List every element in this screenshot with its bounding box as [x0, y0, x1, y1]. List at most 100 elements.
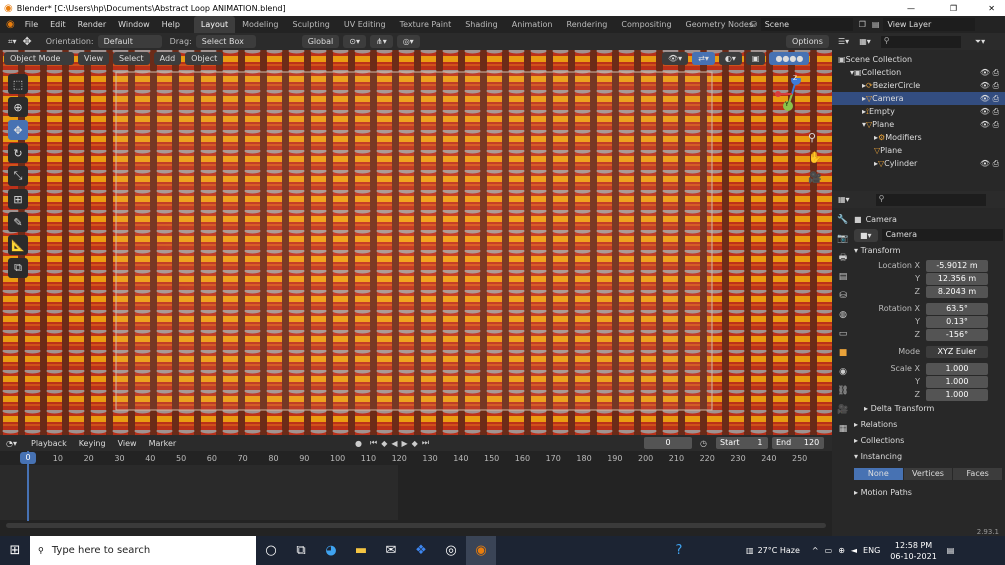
cortana-icon[interactable]: ○	[256, 536, 286, 565]
motion-paths-panel[interactable]: ▸ Motion Paths	[854, 485, 1003, 501]
scale-x-field[interactable]: 1.000	[926, 362, 988, 375]
workspace-tab-shading[interactable]: Shading	[458, 16, 505, 33]
select-box-icon[interactable]: ⬚	[8, 74, 28, 94]
workspace-tab-modeling[interactable]: Modeling	[235, 16, 285, 33]
3d-viewport[interactable]: Object Mode View Select Add Object 👁▾ ⇄▾ ◐▾…	[0, 50, 832, 435]
workspace-tab-rendering[interactable]: Rendering	[560, 16, 615, 33]
delta-transform-panel[interactable]: ▸ Delta Transform	[854, 401, 1003, 417]
proportional-edit-icon[interactable]: ◎▾	[396, 35, 420, 48]
current-frame-field[interactable]: 0	[644, 437, 692, 449]
outliner-search-input[interactable]: ⚲	[880, 35, 961, 48]
next-keyframe-icon[interactable]: ◆	[412, 439, 418, 448]
workspace-tab-layout[interactable]: Layout	[193, 16, 236, 33]
visibility-eye-icon[interactable]: 👁 ⎙	[980, 79, 999, 92]
measure-icon[interactable]: 📐	[8, 235, 28, 255]
viewport-menu-add[interactable]: Add	[153, 52, 182, 65]
workspace-tab-animation[interactable]: Animation	[505, 16, 560, 33]
outliner-item[interactable]: ▸ ⟳ BezierCircle 👁 ⎙	[832, 79, 1005, 92]
timeline-editor-icon[interactable]: ◔▾	[6, 439, 17, 448]
menu-window[interactable]: Window	[112, 16, 156, 33]
instancing-option-faces[interactable]: Faces	[953, 468, 1003, 480]
location-y-field[interactable]: 12.356 m	[926, 272, 988, 285]
tool-tab-icon[interactable]: 🔧	[834, 211, 852, 230]
scale-z-field[interactable]: 1.000	[926, 388, 988, 401]
windows-start-icon[interactable]: ⊞	[0, 536, 30, 565]
move-icon[interactable]: ✥	[8, 120, 28, 140]
drag-dropdown[interactable]: Select Box	[195, 35, 256, 48]
timeline-menu-view[interactable]: View	[118, 439, 137, 448]
editor-type-icon[interactable]: ⌗▾	[8, 37, 17, 47]
play-icon[interactable]: ▶	[402, 439, 408, 448]
properties-search-input[interactable]: ⚲	[875, 193, 986, 206]
app-icon[interactable]: ◎	[436, 536, 466, 565]
constraints-tab-icon[interactable]: ⛓	[834, 382, 852, 401]
blender-menu-icon[interactable]: ◉	[6, 19, 15, 30]
tray-chevron-icon[interactable]: ^	[812, 546, 819, 555]
mail-icon[interactable]: ✉	[376, 536, 406, 565]
workspace-tab-texture-paint[interactable]: Texture Paint	[393, 16, 459, 33]
outliner-item[interactable]: ▸ ⟟ Empty 👁 ⎙	[832, 105, 1005, 118]
outliner-item[interactable]: ▾ ▽ Plane 👁 ⎙	[832, 118, 1005, 131]
outliner-item[interactable]: ▾ ▣ Collection 👁 ⎙	[832, 66, 1005, 79]
pan-hand-icon[interactable]: ✋	[808, 148, 822, 168]
workspace-tab-sculpting[interactable]: Sculpting	[286, 16, 337, 33]
clock[interactable]: 12:58 PM 06-10-2021	[890, 540, 937, 562]
collection-tab-icon[interactable]: ▭	[834, 325, 852, 344]
play-reverse-icon[interactable]: ◀	[391, 439, 397, 448]
visibility-eye-icon[interactable]: 👁 ⎙	[980, 118, 999, 131]
transform-orientation-dropdown[interactable]: Global	[301, 35, 340, 48]
network-icon[interactable]: ⊕	[838, 546, 845, 555]
data-tab-icon[interactable]: 🎥	[834, 401, 852, 420]
timeline-menu-playback[interactable]: Playback	[31, 439, 67, 448]
scale-y-field[interactable]: 1.000	[926, 375, 988, 388]
end-frame-field[interactable]: End 120	[772, 437, 824, 449]
world-tab-icon[interactable]: ◍	[834, 306, 852, 325]
snap-icon[interactable]: ⋔▾	[369, 35, 393, 48]
notifications-icon[interactable]: ▤	[947, 546, 955, 555]
navigation-gizmo[interactable]: Z Y	[772, 75, 822, 128]
move-tool-icon[interactable]: ✥	[23, 35, 32, 48]
visibility-eye-icon[interactable]: 👁 ⎙	[980, 66, 999, 79]
display-mode-icon[interactable]: ▦▾	[859, 37, 871, 46]
data-block-name-field[interactable]: Camera	[881, 229, 1003, 241]
annotate-icon[interactable]: ✎	[8, 212, 28, 232]
task-view-icon[interactable]: ⧉	[286, 536, 316, 565]
outliner-item[interactable]: ▸ ▽ Camera 👁 ⎙	[832, 92, 1005, 105]
data-block-icon[interactable]: ■▾	[854, 228, 878, 242]
add-cube-icon[interactable]: ⧉	[8, 258, 28, 278]
scene-icon[interactable]: ⛁	[750, 20, 757, 29]
edge-icon[interactable]: ◕	[316, 536, 346, 565]
location-x-field[interactable]: -5.9012 m	[926, 259, 988, 272]
outliner-item[interactable]: ▽ Plane	[832, 144, 1005, 157]
viewport-menu-object[interactable]: Object	[185, 52, 224, 65]
visibility-icon[interactable]: 👁▾	[662, 52, 689, 65]
rotation-z-field[interactable]: -156°	[926, 328, 988, 341]
scene-tab-icon[interactable]: ⛁	[834, 287, 852, 306]
language-indicator[interactable]: ENG	[863, 546, 880, 555]
pivot-point-icon[interactable]: ⊙▾	[343, 35, 366, 48]
new-scene-icon[interactable]: ❐	[859, 20, 866, 29]
output-tab-icon[interactable]: 🖶	[834, 249, 852, 268]
visibility-eye-icon[interactable]: 👁 ⎙	[980, 105, 999, 118]
gizmo-icon[interactable]: ⇄▾	[692, 52, 715, 65]
blender-taskbar-icon[interactable]: ◉	[466, 536, 496, 565]
workspace-tab-uv-editing[interactable]: UV Editing	[337, 16, 393, 33]
xray-icon[interactable]: ▣	[745, 52, 766, 65]
jump-end-icon[interactable]: ⏭	[422, 438, 429, 448]
transform-icon[interactable]: ⊞	[8, 189, 28, 209]
outliner-item[interactable]: ▣ Scene Collection	[832, 53, 1005, 66]
volume-icon[interactable]: ◄	[851, 546, 857, 555]
view-layer-selector[interactable]: View Layer	[883, 18, 976, 31]
physics-tab-icon[interactable]: ◉	[834, 363, 852, 382]
menu-render[interactable]: Render	[72, 16, 112, 33]
timeline-menu-marker[interactable]: Marker	[149, 439, 177, 448]
menu-help[interactable]: Help	[156, 16, 186, 33]
help-icon[interactable]: ?	[664, 536, 694, 565]
taskbar-search-box[interactable]: ⚲ Type here to search	[30, 536, 256, 565]
timeline-scrollbar[interactable]	[6, 523, 826, 528]
visibility-eye-icon[interactable]: 👁 ⎙	[980, 157, 999, 170]
filter-icon[interactable]: ⏷▾	[975, 37, 985, 47]
instancing-option-vertices[interactable]: Vertices	[903, 468, 953, 480]
rotation-mode-dropdown[interactable]: XYZ Euler	[926, 345, 988, 358]
view-layer-icon[interactable]: ▤	[872, 20, 880, 29]
